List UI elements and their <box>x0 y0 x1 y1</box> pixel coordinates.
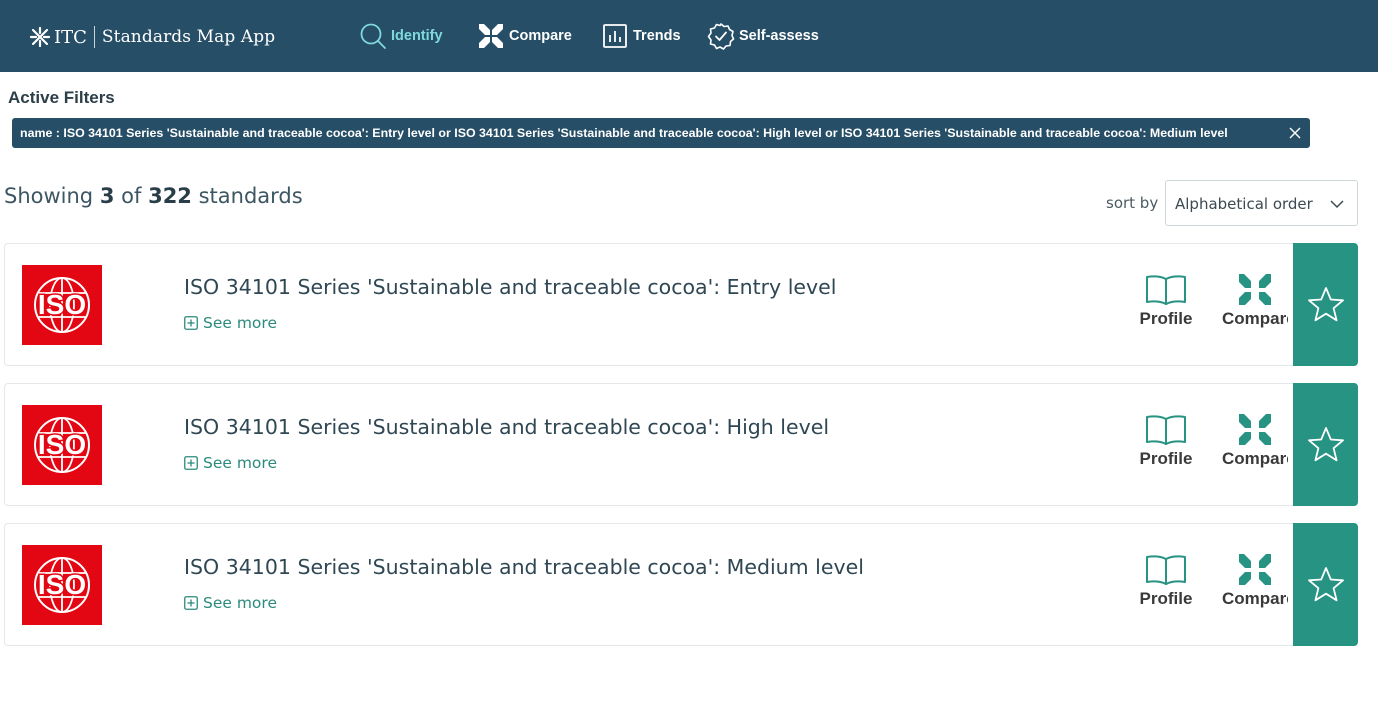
star-icon <box>1307 426 1344 461</box>
profile-label: Profile <box>1139 589 1193 608</box>
see-more-link[interactable]: See more <box>184 314 277 332</box>
results-shown: 3 <box>99 184 115 208</box>
search-icon <box>360 23 386 49</box>
check-badge-icon <box>707 23 735 50</box>
see-more-link[interactable]: See more <box>184 594 277 612</box>
chevron-down-icon <box>1330 200 1344 209</box>
nav-self-assess[interactable]: Self-assess <box>707 0 819 72</box>
plus-box-icon <box>184 456 198 470</box>
sort-selected-value: Alphabetical order <box>1175 195 1313 213</box>
plus-box-icon <box>184 596 198 610</box>
compare-label: Compare <box>1222 449 1288 468</box>
see-more-label: See more <box>203 314 277 332</box>
sort-by-label: sort by <box>1106 194 1159 212</box>
standard-card: ISO ISO 34101 Series 'Sustainable and tr… <box>4 523 1358 646</box>
active-filters-title: Active Filters <box>8 88 115 107</box>
sort-select[interactable]: Alphabetical order <box>1165 180 1358 226</box>
bar-chart-icon <box>603 24 627 48</box>
standard-card: ISO ISO 34101 Series 'Sustainable and tr… <box>4 383 1358 506</box>
nav-compare[interactable]: Compare <box>477 0 572 72</box>
nav-trends[interactable]: Trends <box>601 0 681 72</box>
standard-title[interactable]: ISO 34101 Series 'Sustainable and tracea… <box>184 555 864 579</box>
compare-button[interactable]: Compare <box>1218 273 1288 333</box>
favorite-button[interactable] <box>1293 243 1358 366</box>
nav-identify[interactable]: Identify <box>359 0 443 72</box>
itc-logo[interactable]: ITC Standards Map App <box>28 22 275 52</box>
plus-box-icon <box>184 316 198 330</box>
profile-label: Profile <box>1139 309 1193 328</box>
filter-chip: name : ISO 34101 Series 'Sustainable and… <box>12 118 1310 148</box>
standard-title[interactable]: ISO 34101 Series 'Sustainable and tracea… <box>184 415 829 439</box>
star-icon <box>1307 286 1344 321</box>
top-navigation-bar: ITC Standards Map App Identify Compare T… <box>0 0 1378 72</box>
see-more-label: See more <box>203 454 277 472</box>
profile-button[interactable]: Profile <box>1138 273 1194 333</box>
nav-trends-label: Trends <box>633 28 681 44</box>
itc-logo-icon <box>29 26 51 48</box>
iso-logo: ISO <box>22 405 102 485</box>
see-more-link[interactable]: See more <box>184 454 277 472</box>
iso-logo-text: ISO <box>38 569 86 600</box>
compare-arrows-icon <box>1239 554 1271 585</box>
results-suffix: standards <box>198 184 303 208</box>
profile-button[interactable]: Profile <box>1138 413 1194 473</box>
star-icon <box>1307 566 1344 601</box>
compare-button[interactable]: Compare <box>1218 413 1288 473</box>
compare-label: Compare <box>1222 589 1288 608</box>
compare-label: Compare <box>1222 309 1288 328</box>
iso-logo: ISO <box>22 265 102 345</box>
brand-short: ITC <box>54 26 87 48</box>
favorite-button[interactable] <box>1293 383 1358 506</box>
filter-chip-text: name : ISO 34101 Series 'Sustainable and… <box>20 126 1228 140</box>
nav-self-assess-label: Self-assess <box>739 28 819 44</box>
nav-compare-label: Compare <box>509 28 572 44</box>
close-icon[interactable] <box>1288 118 1302 148</box>
compare-button[interactable]: Compare <box>1218 553 1288 613</box>
results-prefix: Showing <box>4 184 94 208</box>
compare-arrows-icon <box>479 24 503 48</box>
book-icon <box>1146 275 1186 305</box>
app-name: Standards Map App <box>101 27 276 47</box>
results-total: 322 <box>148 184 192 208</box>
logo-divider <box>93 26 95 48</box>
profile-button[interactable]: Profile <box>1138 553 1194 613</box>
nav-identify-label: Identify <box>391 28 443 44</box>
compare-arrows-icon <box>1239 414 1271 445</box>
iso-logo-text: ISO <box>38 429 86 460</box>
iso-logo: ISO <box>22 545 102 625</box>
book-icon <box>1146 555 1186 585</box>
profile-label: Profile <box>1139 449 1193 468</box>
iso-logo-text: ISO <box>38 289 86 320</box>
standard-card: ISO ISO 34101 Series 'Sustainable and tr… <box>4 243 1358 366</box>
see-more-label: See more <box>203 594 277 612</box>
compare-arrows-icon <box>1239 274 1271 305</box>
book-icon <box>1146 415 1186 445</box>
favorite-button[interactable] <box>1293 523 1358 646</box>
results-count: Showing 3 of 322 standards <box>4 184 303 208</box>
results-of: of <box>121 184 142 208</box>
standard-title[interactable]: ISO 34101 Series 'Sustainable and tracea… <box>184 275 836 299</box>
